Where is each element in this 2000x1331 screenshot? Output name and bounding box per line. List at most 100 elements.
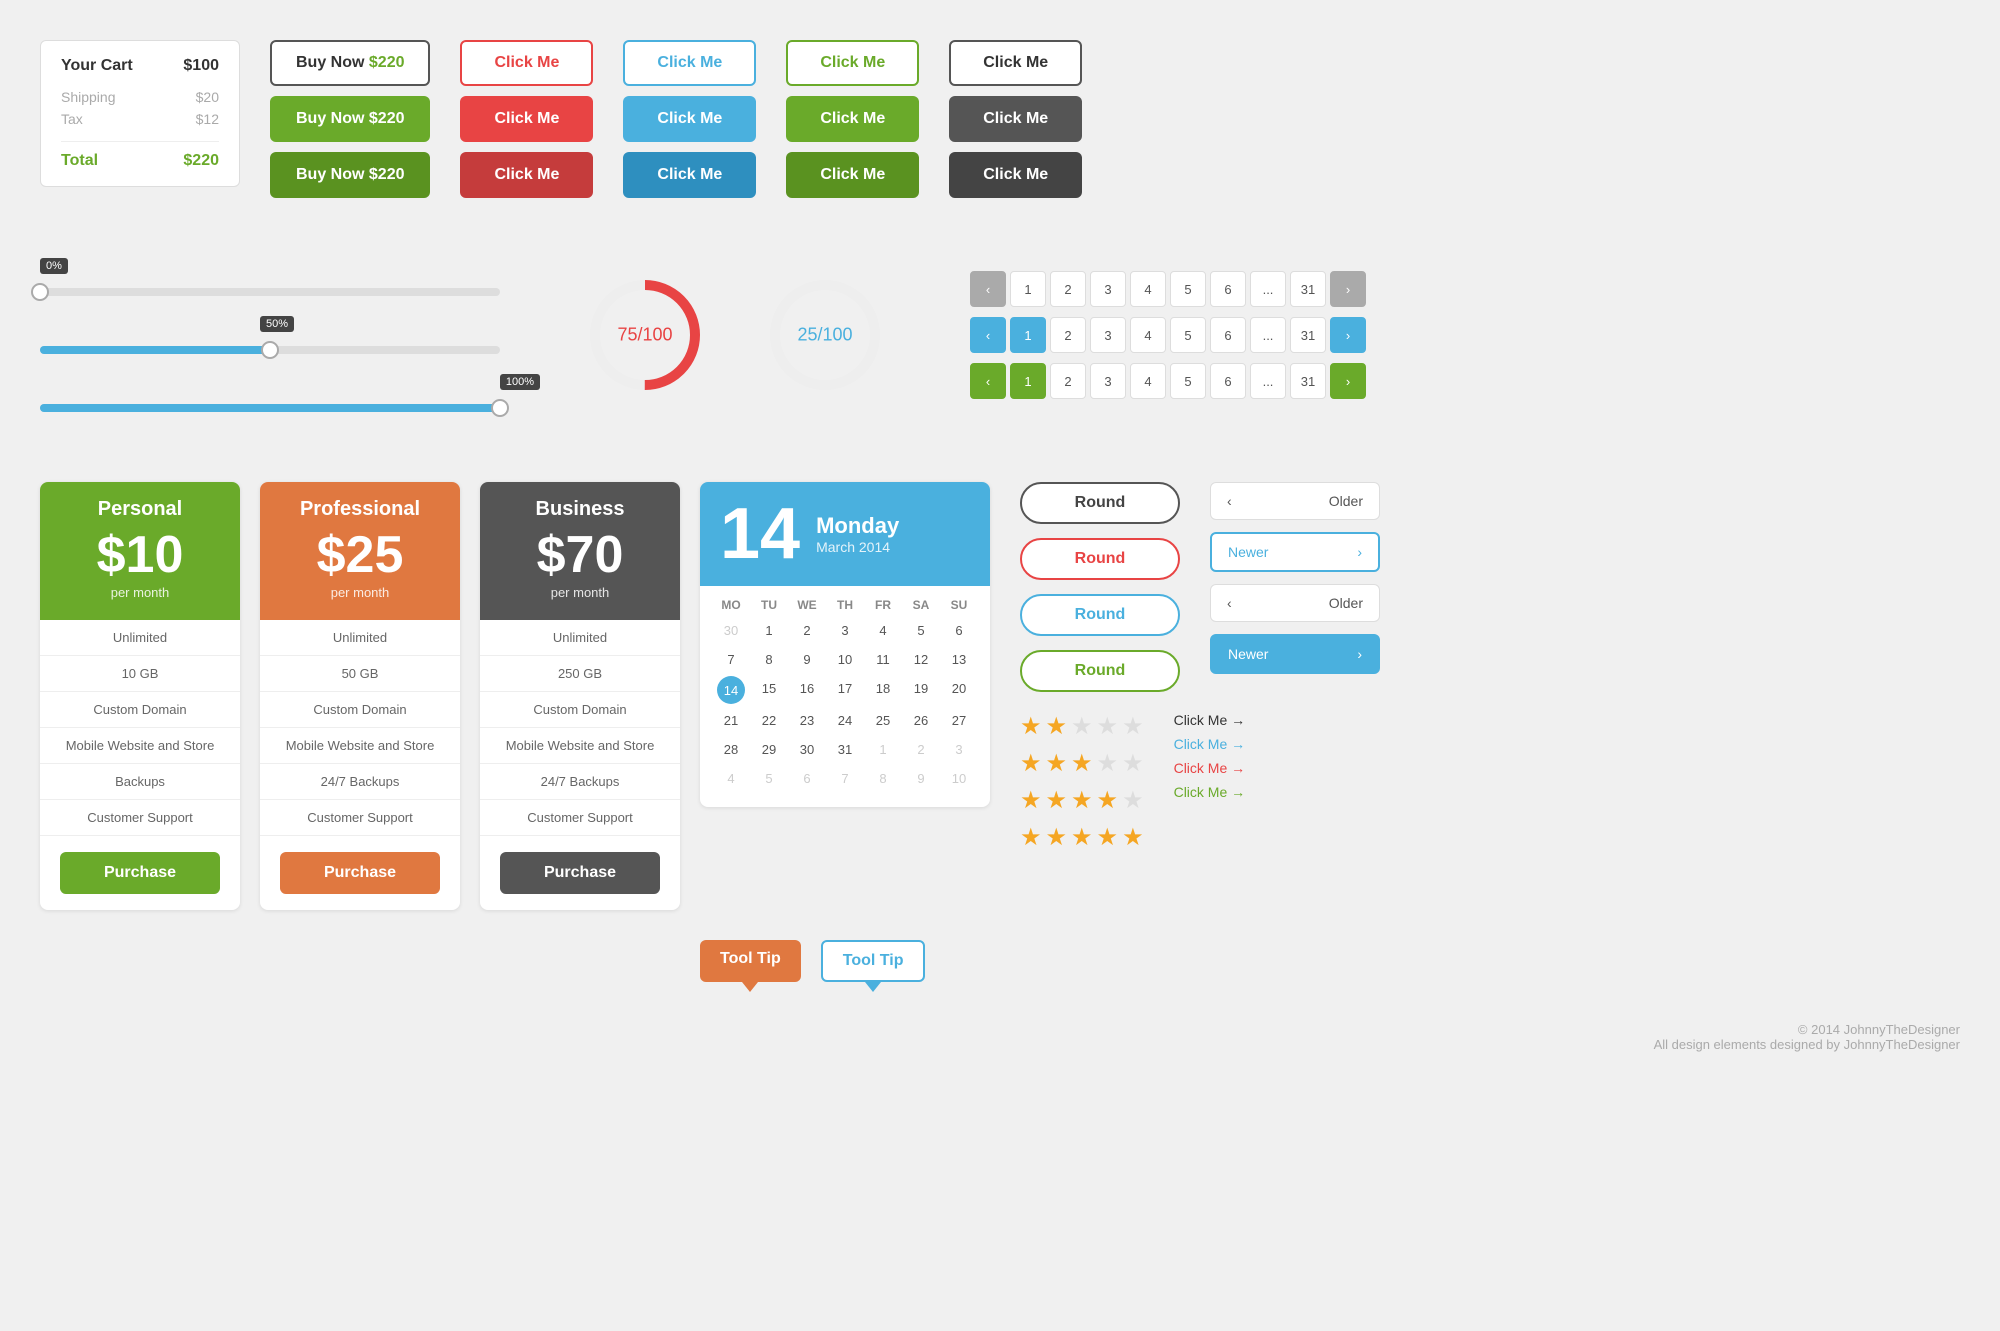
cal-cell-10b[interactable]: 10	[940, 766, 978, 791]
round-green-button[interactable]: Round	[1020, 650, 1180, 692]
round-blue-button[interactable]: Round	[1020, 594, 1180, 636]
link-red[interactable]: Click Me →	[1174, 760, 1246, 776]
page-5-2[interactable]: 5	[1170, 317, 1206, 353]
cal-cell-4b[interactable]: 4	[712, 766, 750, 791]
page-1-1[interactable]: 1	[1010, 271, 1046, 307]
cal-cell-9[interactable]: 9	[788, 647, 826, 672]
link-blue[interactable]: Click Me →	[1174, 736, 1246, 752]
cal-cell-26[interactable]: 26	[902, 708, 940, 733]
cal-cell-9b[interactable]: 9	[902, 766, 940, 791]
click-me-red-solid[interactable]: Click Me	[460, 96, 593, 142]
page-1-2[interactable]: 1	[1010, 317, 1046, 353]
click-me-dark-darker[interactable]: Click Me	[949, 152, 1082, 198]
cal-cell-8[interactable]: 8	[750, 647, 788, 672]
click-me-blue-outline[interactable]: Click Me	[623, 40, 756, 86]
slider-0-thumb[interactable]	[31, 283, 49, 301]
cal-cell-7b[interactable]: 7	[826, 766, 864, 791]
cal-cell-18[interactable]: 18	[864, 676, 902, 704]
newer-button-2[interactable]: Newer ›	[1210, 634, 1380, 674]
cal-cell-27[interactable]: 27	[940, 708, 978, 733]
cal-cell-14[interactable]: 14	[717, 676, 745, 704]
click-me-dark-solid[interactable]: Click Me	[949, 96, 1082, 142]
older-button-1[interactable]: ‹ Older	[1210, 482, 1380, 520]
cal-cell-6a[interactable]: 6	[940, 618, 978, 643]
click-me-dark-outline[interactable]: Click Me	[949, 40, 1082, 86]
page-1-3[interactable]: 1	[1010, 363, 1046, 399]
round-dark-button[interactable]: Round	[1020, 482, 1180, 524]
link-black[interactable]: Click Me →	[1174, 712, 1246, 728]
cal-cell-3a[interactable]: 3	[826, 618, 864, 643]
cal-cell-10[interactable]: 10	[826, 647, 864, 672]
page-5-1[interactable]: 5	[1170, 271, 1206, 307]
purchase-business-button[interactable]: Purchase	[500, 852, 660, 894]
page-2-1[interactable]: 2	[1050, 271, 1086, 307]
page-4-2[interactable]: 4	[1130, 317, 1166, 353]
page-31-3[interactable]: 31	[1290, 363, 1326, 399]
click-me-green-outline[interactable]: Click Me	[786, 40, 919, 86]
page-5-3[interactable]: 5	[1170, 363, 1206, 399]
page-2-3[interactable]: 2	[1050, 363, 1086, 399]
slider-50-track[interactable]	[40, 346, 500, 354]
cal-cell-25[interactable]: 25	[864, 708, 902, 733]
cal-cell-3b[interactable]: 3	[940, 737, 978, 762]
page-6-2[interactable]: 6	[1210, 317, 1246, 353]
link-green[interactable]: Click Me →	[1174, 784, 1246, 800]
cal-cell-2b[interactable]: 2	[902, 737, 940, 762]
cal-cell-16[interactable]: 16	[788, 676, 826, 704]
cal-cell-12[interactable]: 12	[902, 647, 940, 672]
page-6-3[interactable]: 6	[1210, 363, 1246, 399]
page-prev-3[interactable]: ‹	[970, 363, 1006, 399]
cal-cell-31[interactable]: 31	[826, 737, 864, 762]
page-3-1[interactable]: 3	[1090, 271, 1126, 307]
page-6-1[interactable]: 6	[1210, 271, 1246, 307]
newer-button-1[interactable]: Newer ›	[1210, 532, 1380, 572]
cal-cell-8b[interactable]: 8	[864, 766, 902, 791]
cal-cell-28[interactable]: 28	[712, 737, 750, 762]
page-4-3[interactable]: 4	[1130, 363, 1166, 399]
page-next-1[interactable]: ›	[1330, 271, 1366, 307]
cal-cell-15[interactable]: 15	[750, 676, 788, 704]
page-3-2[interactable]: 3	[1090, 317, 1126, 353]
slider-100-track[interactable]	[40, 404, 500, 412]
page-2-2[interactable]: 2	[1050, 317, 1086, 353]
older-button-2[interactable]: ‹ Older	[1210, 584, 1380, 622]
click-me-green-dark[interactable]: Click Me	[786, 152, 919, 198]
buy-now-outline-button[interactable]: Buy Now $220	[270, 40, 430, 86]
cal-cell-17[interactable]: 17	[826, 676, 864, 704]
cal-cell-24[interactable]: 24	[826, 708, 864, 733]
slider-0-track[interactable]	[40, 288, 500, 296]
cal-cell-30b[interactable]: 30	[788, 737, 826, 762]
cal-cell-22[interactable]: 22	[750, 708, 788, 733]
page-prev-1[interactable]: ‹	[970, 271, 1006, 307]
page-next-3[interactable]: ›	[1330, 363, 1366, 399]
cal-cell-11[interactable]: 11	[864, 647, 902, 672]
page-prev-2[interactable]: ‹	[970, 317, 1006, 353]
page-next-2[interactable]: ›	[1330, 317, 1366, 353]
page-4-1[interactable]: 4	[1130, 271, 1166, 307]
cal-cell-1a[interactable]: 1	[750, 618, 788, 643]
buy-now-green-dark-button[interactable]: Buy Now $220	[270, 152, 430, 198]
click-me-blue-dark[interactable]: Click Me	[623, 152, 756, 198]
cal-cell-13[interactable]: 13	[940, 647, 978, 672]
buy-now-green-button[interactable]: Buy Now $220	[270, 96, 430, 142]
click-me-green-solid[interactable]: Click Me	[786, 96, 919, 142]
cal-cell-21[interactable]: 21	[712, 708, 750, 733]
cal-cell-5b[interactable]: 5	[750, 766, 788, 791]
cal-cell-5a[interactable]: 5	[902, 618, 940, 643]
page-31-1[interactable]: 31	[1290, 271, 1326, 307]
page-31-2[interactable]: 31	[1290, 317, 1326, 353]
cal-cell-23[interactable]: 23	[788, 708, 826, 733]
cal-cell-7[interactable]: 7	[712, 647, 750, 672]
cal-cell-4a[interactable]: 4	[864, 618, 902, 643]
click-me-red-dark[interactable]: Click Me	[460, 152, 593, 198]
cal-cell-2a[interactable]: 2	[788, 618, 826, 643]
purchase-professional-button[interactable]: Purchase	[280, 852, 440, 894]
page-3-3[interactable]: 3	[1090, 363, 1126, 399]
click-me-blue-solid[interactable]: Click Me	[623, 96, 756, 142]
cal-cell-19[interactable]: 19	[902, 676, 940, 704]
click-me-red-outline[interactable]: Click Me	[460, 40, 593, 86]
cal-cell-29[interactable]: 29	[750, 737, 788, 762]
purchase-personal-button[interactable]: Purchase	[60, 852, 220, 894]
cal-cell-30[interactable]: 30	[712, 618, 750, 643]
slider-100-thumb[interactable]	[491, 399, 509, 417]
